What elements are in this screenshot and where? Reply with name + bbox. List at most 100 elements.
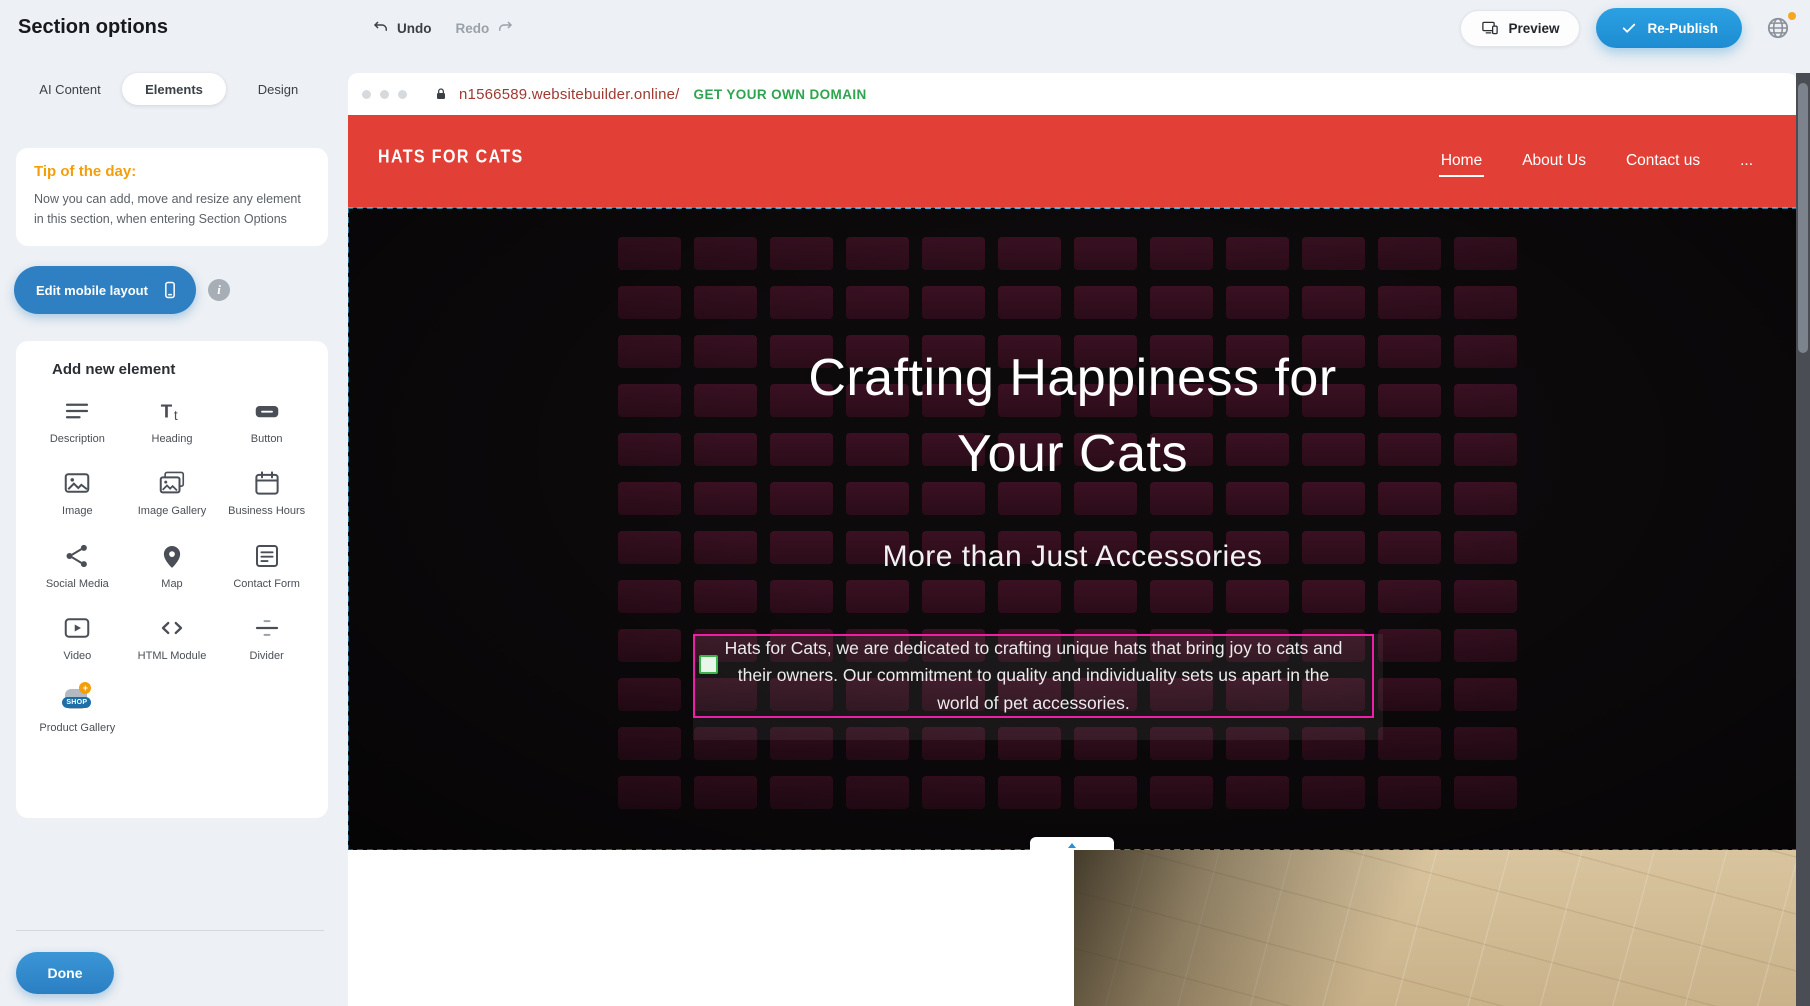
nav-item-contact-us[interactable]: Contact us: [1624, 147, 1702, 177]
nav-item-about-us[interactable]: About Us: [1520, 147, 1588, 177]
nav-item-more[interactable]: ...: [1738, 147, 1755, 177]
devices-icon: [1481, 19, 1499, 37]
sidebar: AI ContentElementsDesign Tip of the day:…: [0, 57, 348, 1006]
element-label: Map: [161, 577, 182, 591]
selected-text-element[interactable]: Hats for Cats, we are dedicated to craft…: [693, 634, 1374, 718]
element-label: Contact Form: [233, 577, 300, 591]
add-element-video[interactable]: Video: [30, 607, 125, 669]
topbar-actions: Preview Re-Publish: [1460, 8, 1798, 48]
tip-of-the-day-card: Tip of the day: Now you can add, move an…: [16, 148, 328, 246]
add-element-contact-form[interactable]: Contact Form: [219, 535, 314, 597]
element-label: Divider: [250, 649, 284, 663]
element-label: Image Gallery: [138, 504, 206, 518]
add-element-html-module[interactable]: HTML Module: [125, 607, 220, 669]
edit-mobile-label: Edit mobile layout: [36, 283, 148, 298]
add-element-title: Add new element: [52, 361, 314, 378]
hero-title[interactable]: Crafting Happiness for Your Cats: [348, 340, 1797, 492]
lock-icon: [433, 86, 449, 102]
undo-button[interactable]: Undo: [372, 19, 432, 37]
tab-design[interactable]: Design: [226, 73, 330, 105]
add-element-divider[interactable]: Divider: [219, 607, 314, 669]
redo-label: Redo: [456, 21, 490, 36]
add-element-button[interactable]: Button: [219, 390, 314, 452]
get-domain-link[interactable]: GET YOUR OWN DOMAIN: [694, 87, 867, 102]
site-nav: Home About Us Contact us...: [1439, 115, 1755, 208]
element-label: Description: [50, 432, 105, 446]
html-module-icon: [157, 613, 187, 643]
svg-text:T: T: [161, 400, 173, 421]
redo-button[interactable]: Redo: [456, 19, 515, 37]
add-element-business-hours[interactable]: Business Hours: [219, 462, 314, 524]
add-element-map[interactable]: Map: [125, 535, 220, 597]
hero-section-selected[interactable]: Crafting Happiness for Your Cats More th…: [348, 208, 1797, 850]
element-label: Product Gallery: [39, 721, 115, 735]
image-icon: [62, 468, 92, 498]
map-icon: [157, 541, 187, 571]
add-element-image-gallery[interactable]: Image Gallery: [125, 462, 220, 524]
tab-ai-content[interactable]: AI Content: [18, 73, 122, 105]
window-dot: [398, 90, 407, 99]
check-icon: [1620, 19, 1638, 37]
floor-photo: [1074, 850, 1797, 1006]
window-dot: [362, 90, 371, 99]
add-element-heading[interactable]: Tt Heading: [125, 390, 220, 452]
contact-form-icon: [252, 541, 282, 571]
svg-text:t: t: [174, 408, 178, 423]
divider-icon: [252, 613, 282, 643]
image-gallery-icon: [157, 468, 187, 498]
sidebar-tabs: AI ContentElementsDesign: [18, 73, 330, 105]
window-dot: [380, 90, 389, 99]
next-section[interactable]: [348, 850, 1797, 1006]
element-label: Business Hours: [228, 504, 305, 518]
product-gallery-icon: SHOP +: [62, 685, 92, 715]
hero-subtitle[interactable]: More than Just Accessories: [348, 540, 1797, 574]
site-logo[interactable]: HATS FOR CATS: [378, 148, 524, 169]
globe-icon: [1765, 15, 1791, 41]
page-title: Section options: [18, 16, 168, 39]
done-button[interactable]: Done: [16, 952, 114, 994]
window-control-dots: [362, 90, 407, 99]
hero-paragraph: Hats for Cats, we are dedicated to craft…: [695, 636, 1372, 716]
republish-button[interactable]: Re-Publish: [1596, 8, 1742, 48]
business-hours-icon: [252, 468, 282, 498]
element-grid: Description Tt Heading Button Image Image Gal…: [30, 390, 314, 741]
add-element-social-media[interactable]: Social Media: [30, 535, 125, 597]
redo-icon: [496, 19, 514, 37]
site-header: HATS FOR CATS Home About Us Contact us...: [348, 115, 1797, 208]
edit-mobile-layout-button[interactable]: Edit mobile layout: [14, 266, 196, 314]
preview-button[interactable]: Preview: [1460, 10, 1580, 47]
browser-chrome: n1566589.websitebuilder.online/ GET YOUR…: [348, 73, 1797, 115]
site-preview: HATS FOR CATS HomeAbout UsContact us... …: [348, 115, 1797, 1006]
notification-dot: [1788, 12, 1796, 20]
element-label: HTML Module: [138, 649, 207, 663]
tip-title: Tip of the day:: [34, 163, 310, 180]
arrow-up-icon: [1068, 843, 1076, 848]
phone-icon: [160, 280, 180, 300]
add-element-product-gallery[interactable]: SHOP + Product Gallery: [30, 679, 125, 741]
topbar: Section options Undo Redo Preview Re-P: [0, 0, 1810, 57]
element-label: Heading: [152, 432, 193, 446]
nav-item-home[interactable]: Home: [1439, 147, 1484, 177]
element-label: Button: [251, 432, 283, 446]
tip-body: Now you can add, move and resize any ele…: [34, 189, 310, 229]
preview-label: Preview: [1508, 21, 1559, 36]
page-scrollbar[interactable]: [1796, 73, 1810, 1006]
history-controls: Undo Redo: [372, 12, 514, 44]
info-icon[interactable]: i: [208, 279, 230, 301]
social-media-icon: [62, 541, 92, 571]
add-new-element-panel: Add new element Description Tt Heading Butt…: [16, 341, 328, 818]
language-globe-button[interactable]: [1758, 8, 1798, 48]
scrollbar-thumb[interactable]: [1798, 83, 1808, 353]
add-element-image[interactable]: Image: [30, 462, 125, 524]
description-icon: [62, 396, 92, 426]
undo-label: Undo: [397, 21, 432, 36]
element-label: Social Media: [46, 577, 109, 591]
sidebar-divider: [16, 930, 324, 931]
site-url: n1566589.websitebuilder.online/: [459, 86, 680, 103]
plus-badge: +: [79, 682, 91, 694]
add-element-description[interactable]: Description: [30, 390, 125, 452]
shop-badge: SHOP: [62, 697, 91, 708]
heading-icon: Tt: [157, 396, 187, 426]
hero-title-line2: Your Cats: [348, 416, 1797, 492]
tab-elements[interactable]: Elements: [122, 73, 226, 105]
